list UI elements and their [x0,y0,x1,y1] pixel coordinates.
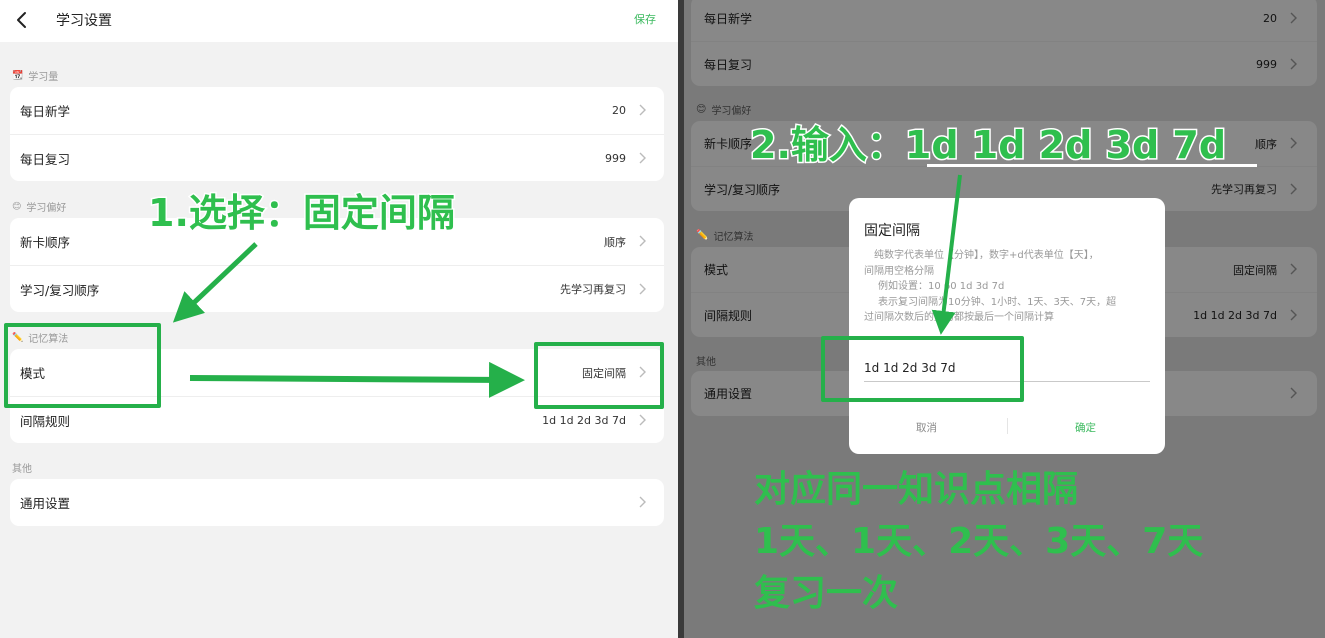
calendar-icon: 📆 [12,70,24,81]
row-daily-review[interactable]: 每日复习 999 [10,134,664,181]
chevron-right-icon [1290,58,1297,70]
chevron-right-icon [639,496,646,508]
section-label-other: 其他 [12,464,32,475]
card-other: 通用设置 [10,479,664,526]
row-daily-review: 每日复习 999 [691,41,1317,86]
annotation-step1: 1.选择：固定间隔 [147,190,457,237]
settings-screen-right-dimmed: 每日新学 20 每日复习 999 😊 学习偏好 新卡顺序 顺序 学习/复习顺序 … [684,0,1325,638]
chevron-right-icon [639,283,646,295]
section-label-algorithm: ✏️ 记忆算法 [696,230,754,243]
row-daily-new[interactable]: 每日新学 20 [10,87,664,134]
page-title: 学习设置 [56,13,112,29]
dialog-title: 固定间隔 [864,223,920,239]
section-label-amount: 📆 学习量 [12,70,59,84]
fixed-interval-dialog: 固定间隔 纯数字代表单位【分钟】，数字+d代表单位【天】， 间隔用空格分隔 例如… [849,198,1165,454]
card-amount-dimmed: 每日新学 20 每日复习 999 [691,0,1317,86]
highlight-mode-value [534,342,664,409]
chevron-right-icon [1290,387,1297,399]
back-chevron-icon[interactable] [10,8,34,32]
highlight-input [821,336,1024,402]
highlight-mode-label [4,323,161,408]
annotation-explanation: 对应同一知识点相隔 1天、1天、2天、3天、7天 复习一次 [754,469,1204,614]
chevron-right-icon [1290,309,1297,321]
row-daily-new: 每日新学 20 [691,0,1317,41]
row-general-settings[interactable]: 通用设置 [10,479,664,526]
annotation-underline [927,164,1257,167]
annotation-step2: 2.输入：1d 1d 2d 3d 7d [749,122,1228,169]
section-label-other: 其他 [696,357,716,368]
chevron-right-icon [1290,12,1297,24]
button-divider [1007,418,1008,434]
chevron-right-icon [639,104,646,116]
chevron-right-icon [1290,183,1297,195]
chevron-right-icon [639,235,646,247]
chevron-right-icon [1290,263,1297,275]
pencil-icon: ✏️ [696,230,709,241]
dialog-description: 纯数字代表单位【分钟】，数字+d代表单位【天】， 间隔用空格分隔 例如设置：10… [864,250,1117,323]
section-label-preference: 😊 学习偏好 [696,104,752,117]
chevron-right-icon [639,152,646,164]
settings-screen-left: 学习设置 保存 📆 学习量 每日新学 20 每日复习 999 😊 学习偏好 新卡… [0,0,678,638]
card-amount: 每日新学 20 每日复习 999 [10,87,664,181]
row-study-review-order[interactable]: 学习/复习顺序 先学习再复习 [10,265,664,312]
save-button[interactable]: 保存 [634,11,656,27]
confirm-button[interactable]: 确定 [1075,420,1096,435]
section-label-preference: 😊 学习偏好 [12,201,67,215]
smile-icon: 😊 [696,104,707,115]
header-bar: 学习设置 保存 [0,0,678,42]
chevron-right-icon [639,414,646,426]
panel-divider [678,0,684,638]
cancel-button[interactable]: 取消 [916,420,937,435]
chevron-right-icon [1290,137,1297,149]
smile-icon: 😊 [12,201,22,212]
